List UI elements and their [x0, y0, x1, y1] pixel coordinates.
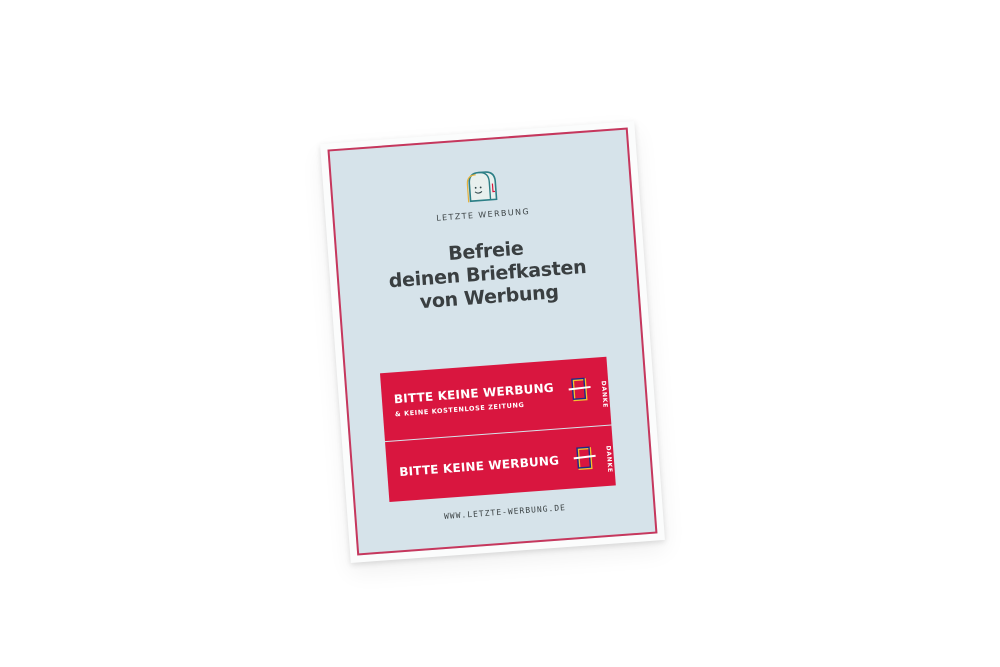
brand-name: LETZTE WERBUNG: [435, 206, 531, 223]
sticker-side-text: DANKE: [604, 445, 614, 474]
website-url: WWW.LETZTE-WERBUNG.DE: [443, 503, 567, 522]
headline: Befreie deinen Briefkasten von Werbung: [337, 229, 638, 320]
crossed-mailbox-icon: [568, 377, 591, 402]
postcard: LETZTE WERBUNG Befreie deinen Briefkaste…: [320, 121, 665, 563]
crossed-mailbox-icon: [573, 446, 596, 471]
sticker-title: BITTE KEINE WERBUNG: [398, 453, 560, 480]
smiling-mailbox-icon: [466, 171, 497, 203]
sticker-side-text: DANKE: [599, 380, 609, 409]
sticker-title: BITTE KEINE WERBUNG: [393, 380, 555, 407]
postcard-face: LETZTE WERBUNG Befreie deinen Briefkaste…: [327, 127, 658, 556]
